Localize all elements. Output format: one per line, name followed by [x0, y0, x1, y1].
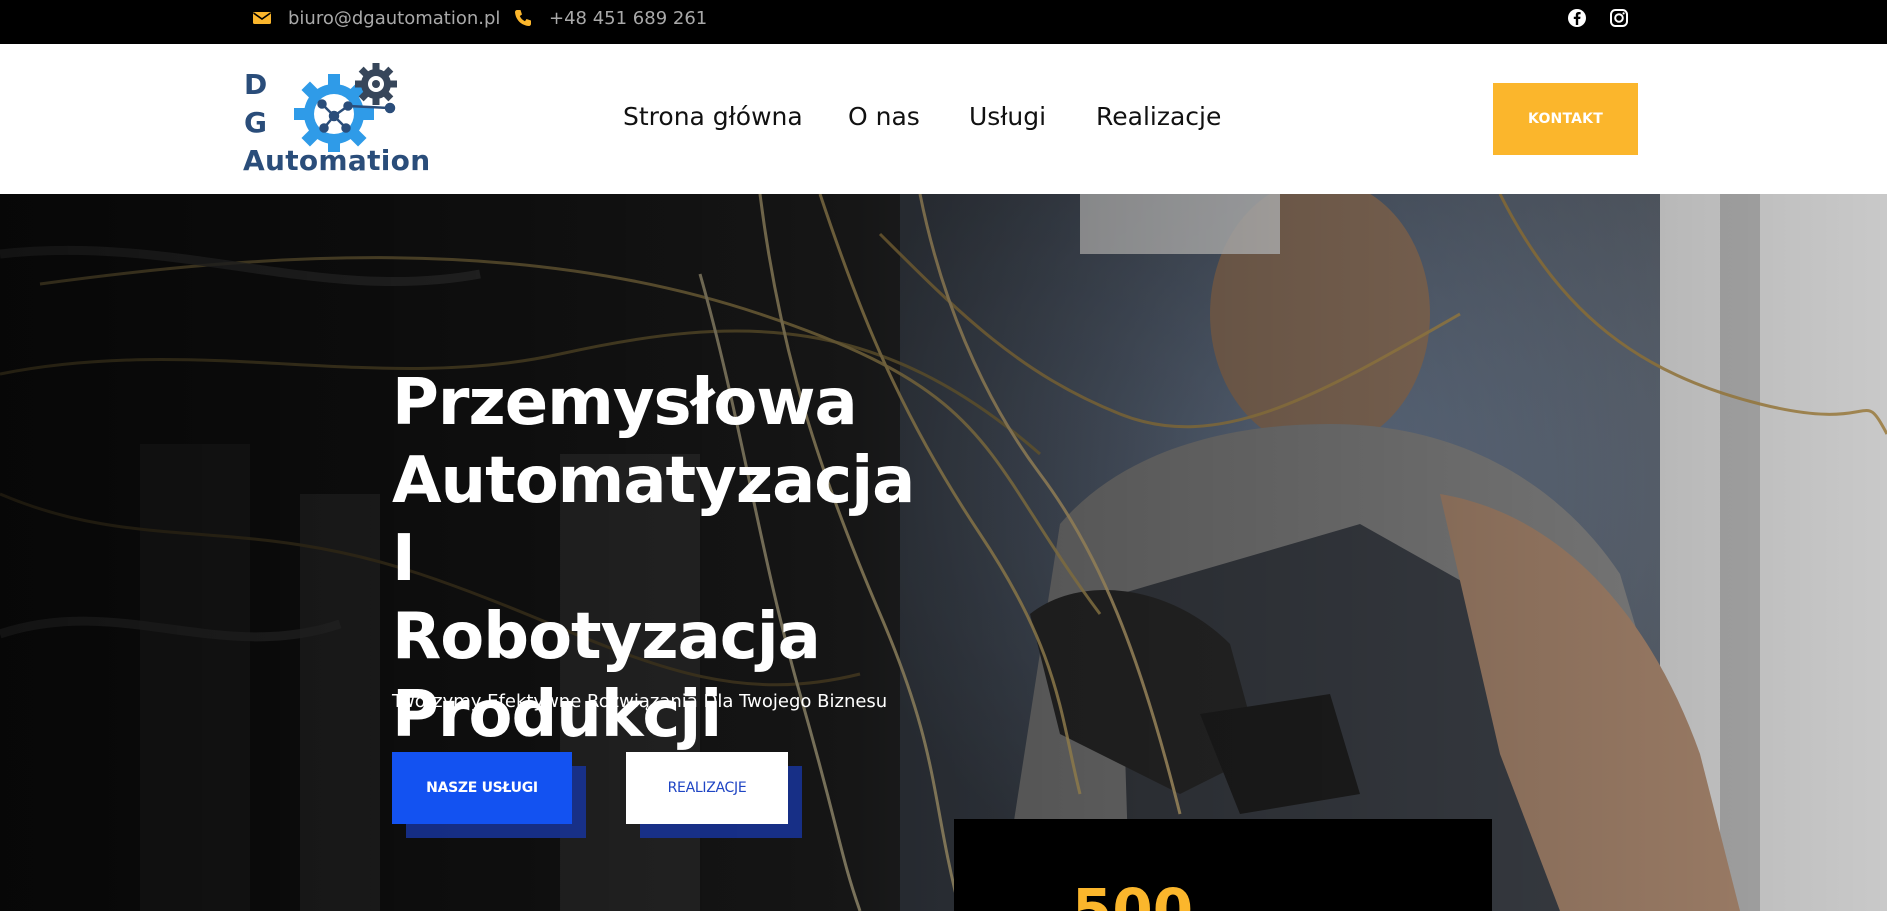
- phone-contact[interactable]: +48 451 689 261: [513, 0, 707, 36]
- stat-counter-box: 500: [954, 819, 1492, 911]
- nav-home[interactable]: Strona główna: [623, 102, 803, 131]
- phone-text: +48 451 689 261: [549, 7, 708, 29]
- facebook-icon[interactable]: [1566, 7, 1588, 29]
- logo-letter-g: G: [244, 106, 267, 139]
- hero-title-line-1: Przemysłowa: [392, 366, 858, 440]
- logo-letter-d: D: [244, 68, 268, 101]
- gear-network-icon: [294, 63, 397, 152]
- dg-automation-logo[interactable]: D G Automation: [240, 62, 440, 182]
- instagram-icon[interactable]: [1608, 7, 1630, 29]
- contact-button[interactable]: KONTAKT: [1493, 83, 1638, 155]
- phone-icon: [513, 8, 533, 28]
- nav-about[interactable]: O nas: [848, 102, 920, 131]
- hero-section: Przemysłowa Automatyzacja I Robotyzacja …: [0, 194, 1887, 911]
- nav-projects[interactable]: Realizacje: [1096, 102, 1221, 131]
- hero-title-line-3: Robotyzacja: [392, 600, 821, 674]
- top-bar: biuro@dgautomation.pl +48 451 689 261: [0, 0, 1887, 44]
- hero-title-line-2: Automatyzacja I: [392, 444, 915, 596]
- hero-title-line-4: Produkcji: [392, 678, 722, 752]
- envelope-icon: [252, 8, 272, 28]
- site-header: D G Automation Strona główna O nas Usług…: [0, 44, 1887, 194]
- email-text: biuro@dgautomation.pl: [288, 7, 501, 29]
- our-services-button[interactable]: NASZE USŁUGI: [392, 752, 572, 824]
- stat-counter-number: 500: [1072, 876, 1194, 911]
- nav-services[interactable]: Usługi: [969, 102, 1046, 131]
- email-contact[interactable]: biuro@dgautomation.pl: [252, 0, 500, 36]
- projects-button[interactable]: REALIZACJE: [626, 752, 788, 824]
- hero-subtitle: Tworzymy Efektywne Rozwiązania Dla Twoje…: [392, 691, 888, 712]
